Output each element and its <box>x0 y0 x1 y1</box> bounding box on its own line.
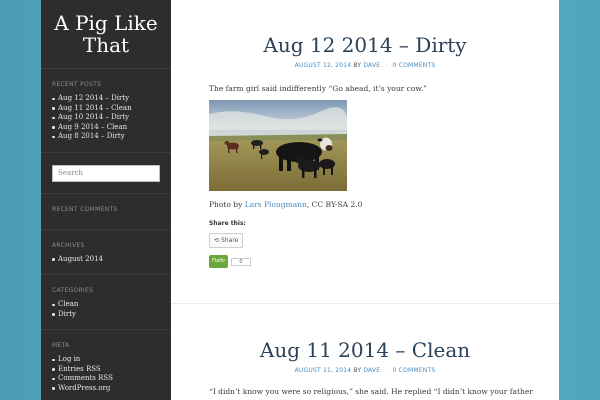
meta-separator: · <box>385 367 388 374</box>
post-text: “I didn’t know you were so religious,” s… <box>209 387 533 396</box>
widget-title-meta: META <box>52 342 70 349</box>
sidebar: A Pig Like That RECENT POSTS Aug 12 2014… <box>41 0 171 400</box>
categories-list: Clean Dirty <box>52 300 160 319</box>
widget-categories: CATEGORIES Clean Dirty <box>41 275 171 330</box>
share-icon: ⟲ <box>214 237 220 244</box>
post-body: “I didn’t know you were so religious,” s… <box>209 386 533 397</box>
flattr-widget: Flattr 0 <box>209 255 521 268</box>
main-content: Aug 12 2014 – Dirty AUGUST 12, 2014 BY D… <box>171 0 559 400</box>
widget-meta: META Log in Entries RSS Comments RSS Wor… <box>41 330 171 400</box>
archives-list: August 2014 <box>52 255 160 265</box>
post-by-label: BY <box>353 62 362 69</box>
share-heading: Share this: <box>209 220 246 227</box>
post-body: The farm girl said indifferently “Go ahe… <box>209 83 521 268</box>
post-date-link[interactable]: AUGUST 11, 2014 <box>295 367 352 374</box>
flattr-count: 0 <box>231 257 251 266</box>
widget-title-recent-comments: RECENT COMMENTS <box>52 205 118 213</box>
post-author-link[interactable]: DAVE <box>363 367 380 374</box>
cows-photo-image <box>209 100 347 191</box>
widget-recent-posts: RECENT POSTS Aug 12 2014 – Dirty Aug 11 … <box>41 69 171 153</box>
post-title[interactable]: Aug 11 2014 – Clean <box>209 338 521 362</box>
widget-recent-comments: RECENT COMMENTS <box>41 194 171 230</box>
post-article: Aug 12 2014 – Dirty AUGUST 12, 2014 BY D… <box>171 0 559 268</box>
post-by-label: BY <box>353 367 362 374</box>
site-title-line-2[interactable]: That <box>45 34 167 56</box>
meta-separator: · <box>385 62 388 69</box>
widget-title-recent-posts: RECENT POSTS <box>52 81 102 88</box>
category-link[interactable]: Dirty <box>52 310 160 320</box>
meta-list: Log in Entries RSS Comments RSS WordPres… <box>52 355 160 393</box>
post-date-link[interactable]: AUGUST 12, 2014 <box>295 62 352 69</box>
meta-link[interactable]: Comments RSS <box>52 374 160 384</box>
recent-post-link[interactable]: Aug 12 2014 – Dirty <box>52 94 160 104</box>
post-meta: AUGUST 12, 2014 BY DAVE · 0 COMMENTS <box>209 62 521 69</box>
meta-link[interactable]: Entries RSS <box>52 365 160 375</box>
license-text: , CC BY-SA 2.0 <box>306 200 363 209</box>
meta-link[interactable]: WordPress.org <box>52 384 160 394</box>
post-author-link[interactable]: DAVE <box>363 62 380 69</box>
photographer-link[interactable]: Lars Plougmann <box>245 200 307 209</box>
share-button[interactable]: ⟲ Share <box>209 233 244 248</box>
recent-posts-list: Aug 12 2014 – Dirty Aug 11 2014 – Clean … <box>52 94 160 142</box>
post-photo <box>209 100 347 191</box>
page-shell: A Pig Like That RECENT POSTS Aug 12 2014… <box>41 0 559 400</box>
category-link[interactable]: Clean <box>52 300 160 310</box>
search-input[interactable]: Search <box>52 164 160 182</box>
site-title-line-1[interactable]: A Pig Like <box>45 12 167 34</box>
post-comments-link[interactable]: 0 COMMENTS <box>393 62 436 69</box>
recent-post-link[interactable]: Aug 9 2014 – Clean <box>52 123 160 133</box>
widget-archives: ARCHIVES August 2014 <box>41 230 171 275</box>
widget-title-archives: ARCHIVES <box>52 241 85 249</box>
post-divider <box>171 303 559 304</box>
flattr-button[interactable]: Flattr <box>209 255 229 268</box>
recent-post-link[interactable]: Aug 11 2014 – Clean <box>52 104 160 114</box>
share-button-label: Share <box>221 237 239 244</box>
archive-link[interactable]: August 2014 <box>52 255 160 265</box>
photo-credit: Photo by Lars Plougmann, CC BY-SA 2.0 <box>209 199 521 210</box>
widget-search: Search <box>41 153 171 194</box>
meta-link[interactable]: Log in <box>52 355 160 365</box>
recent-post-link[interactable]: Aug 8 2014 – Dirty <box>52 132 160 142</box>
post-comments-link[interactable]: 0 COMMENTS <box>393 367 436 374</box>
post-article: Aug 11 2014 – Clean AUGUST 11, 2014 BY D… <box>171 338 559 397</box>
post-meta: AUGUST 11, 2014 BY DAVE · 0 COMMENTS <box>209 367 521 374</box>
post-title[interactable]: Aug 12 2014 – Dirty <box>209 33 521 57</box>
site-title[interactable]: A Pig Like That <box>41 0 171 69</box>
photo-credit-prefix: Photo by <box>209 200 245 209</box>
recent-post-link[interactable]: Aug 10 2014 – Dirty <box>52 113 160 123</box>
post-text: The farm girl said indifferently “Go ahe… <box>209 84 428 93</box>
widget-title-categories: CATEGORIES <box>52 287 94 294</box>
